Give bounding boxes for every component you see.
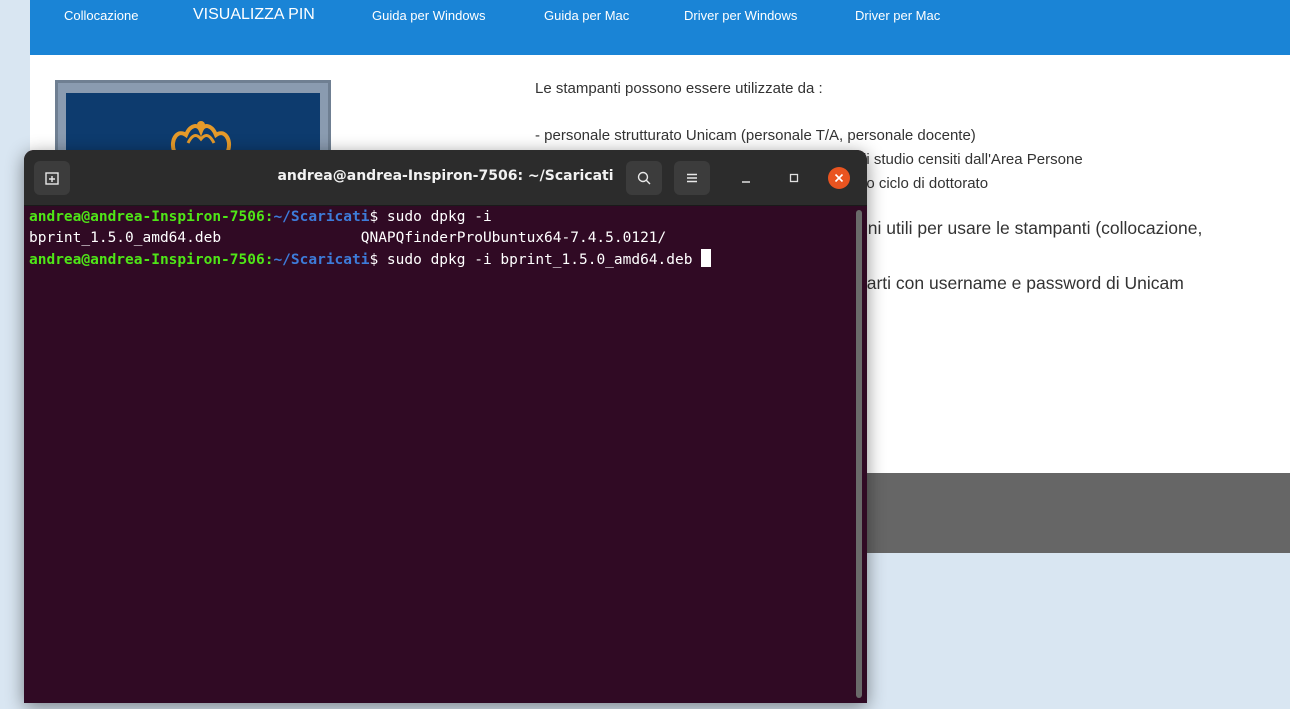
terminal-scrollbar[interactable] [856, 210, 862, 698]
prompt-user: andrea@andrea-Inspiron-7506 [29, 209, 265, 225]
search-button[interactable] [626, 161, 662, 195]
nav-link-guida-windows[interactable]: Guida per Windows [372, 8, 485, 23]
nav-link-guida-mac[interactable]: Guida per Mac [544, 8, 629, 23]
printers-login-text: carti con username e password di Unicam [858, 273, 1184, 293]
prompt-path: ~/Scaricati [273, 209, 370, 225]
terminal-title: andrea@andrea-Inspiron-7506: ~/Scaricati [277, 168, 614, 184]
nav-link-visualizza-pin[interactable]: VISUALIZZA PIN [193, 6, 315, 24]
close-icon [834, 173, 844, 183]
prompt-user: andrea@andrea-Inspiron-7506 [29, 252, 265, 268]
terminal-line: andrea@andrea-Inspiron-7506:~/Scaricati$… [29, 207, 867, 228]
site-navbar: Collocazione VISUALIZZA PIN Guida per Wi… [30, 0, 1290, 55]
unicam-crest-image [55, 80, 331, 163]
hamburger-menu-icon [687, 173, 697, 183]
printers-info-text: oni utili per usare le stampanti (colloc… [858, 218, 1203, 238]
command-output: bprint_1.5.0_amd64.deb QNAPQfinderProUbu… [29, 230, 667, 246]
prompt-command: $ sudo dpkg -i [369, 209, 492, 225]
terminal-titlebar[interactable]: andrea@andrea-Inspiron-7506: ~/Scaricati [24, 150, 867, 206]
close-button[interactable] [828, 167, 850, 189]
minimize-button[interactable] [734, 166, 758, 190]
menu-button[interactable] [674, 161, 710, 195]
prompt-path: ~/Scaricati [273, 252, 370, 268]
terminal-line: bprint_1.5.0_amd64.deb QNAPQfinderProUbu… [29, 228, 867, 249]
new-tab-icon [45, 172, 59, 185]
nav-link-driver-windows[interactable]: Driver per Windows [684, 8, 797, 23]
terminal-cursor [701, 249, 712, 267]
page-left-edge [0, 0, 8, 709]
prompt-command: $ sudo dpkg -i bprint_1.5.0_amd64.deb [369, 252, 702, 268]
minimize-icon [742, 181, 750, 183]
maximize-button[interactable] [782, 166, 806, 190]
printers-user-list-item-2: di studio censiti dall'Area Persone [858, 151, 1083, 168]
new-tab-button[interactable] [34, 161, 70, 195]
nav-link-driver-mac[interactable]: Driver per Mac [855, 8, 940, 23]
terminal-window[interactable]: andrea@andrea-Inspiron-7506: ~/Scaricati [24, 150, 867, 703]
maximize-icon [789, 173, 799, 183]
nav-link-collocazione[interactable]: Collocazione [64, 8, 138, 23]
printers-user-list-item-1: - personale strutturato Unicam (personal… [535, 127, 976, 144]
search-icon [637, 171, 651, 185]
printers-user-list-item-3: rio ciclo di dottorato [858, 175, 989, 192]
printers-intro-text: Le stampanti possono essere utilizzate d… [535, 80, 823, 97]
terminal-output[interactable]: andrea@andrea-Inspiron-7506:~/Scaricati$… [24, 207, 867, 703]
terminal-line: andrea@andrea-Inspiron-7506:~/Scaricati$… [29, 249, 867, 271]
